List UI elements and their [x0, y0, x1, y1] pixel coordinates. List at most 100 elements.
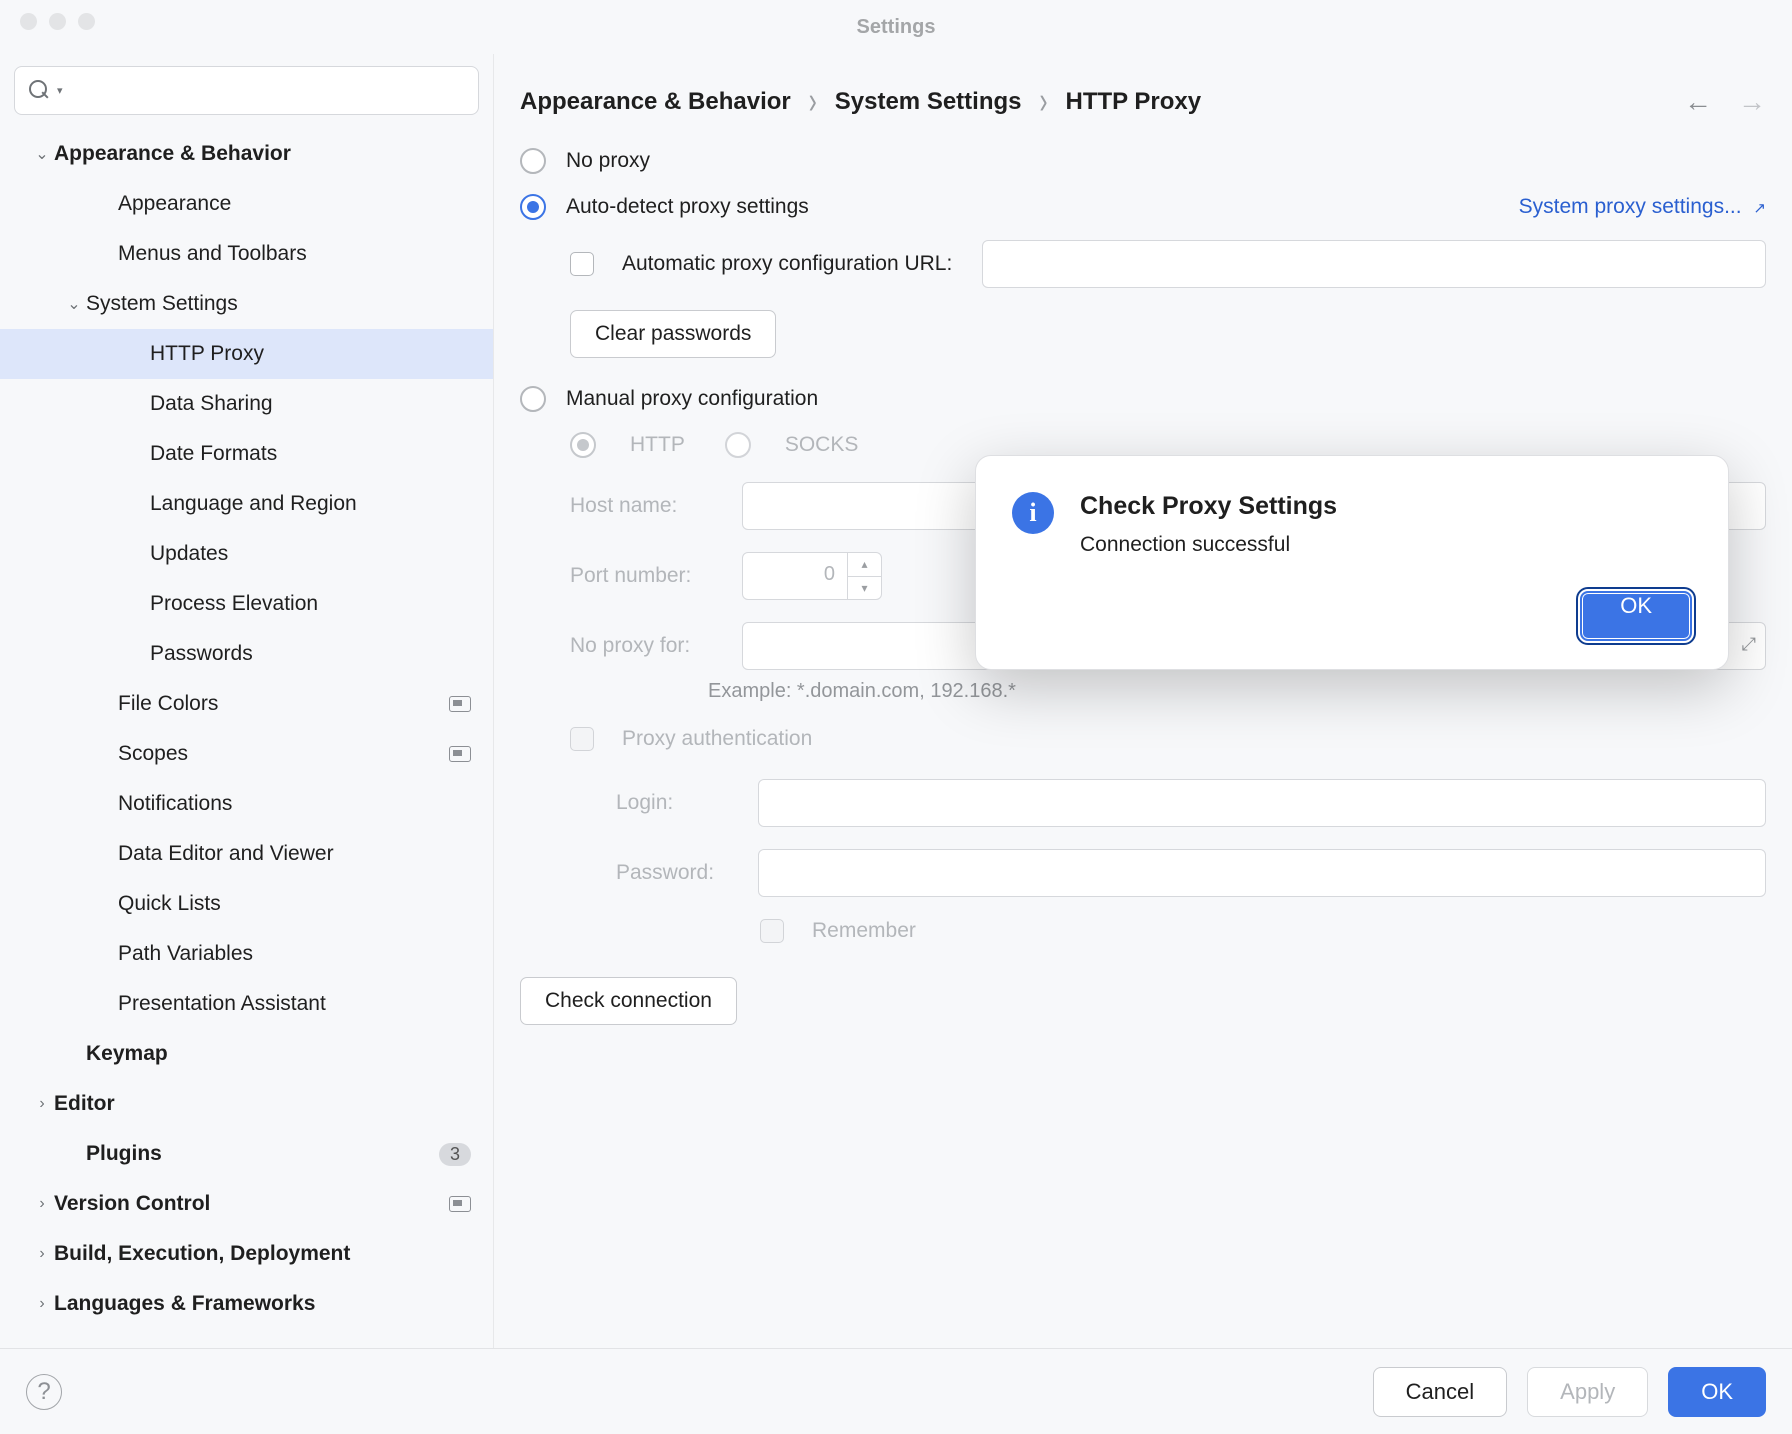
sidebar-item-label: System Settings [86, 292, 471, 316]
no-proxy-radio[interactable] [520, 148, 546, 174]
http-protocol-label: HTTP [630, 433, 685, 457]
sidebar-item-label: Quick Lists [118, 892, 471, 916]
sidebar-item-file-colors[interactable]: ›File Colors [0, 679, 493, 729]
sidebar-item-plugins[interactable]: ›Plugins3 [0, 1129, 493, 1179]
window-controls [20, 13, 95, 30]
search-field[interactable] [69, 80, 464, 102]
port-step-down-icon: ▾ [848, 577, 881, 600]
sidebar-item-process-elevation[interactable]: ›Process Elevation [0, 579, 493, 629]
sidebar-item-label: Language and Region [150, 492, 471, 516]
body: ▾ ⌄Appearance & Behavior›Appearance›Menu… [0, 54, 1792, 1434]
sidebar-item-version-control[interactable]: ›Version Control [0, 1179, 493, 1229]
chevron-right-icon[interactable]: › [30, 1295, 54, 1313]
sidebar-item-date-formats[interactable]: ›Date Formats [0, 429, 493, 479]
pac-url-label: Automatic proxy configuration URL: [622, 252, 952, 276]
sidebar-item-language-and-region[interactable]: ›Language and Region [0, 479, 493, 529]
breadcrumb-nav: ← → [1684, 86, 1766, 118]
sidebar-item-label: Build, Execution, Deployment [54, 1242, 471, 1266]
chevron-right-icon[interactable]: › [30, 1095, 54, 1113]
password-label: Password: [616, 861, 746, 885]
nav-back-icon[interactable]: ← [1684, 86, 1712, 118]
login-label: Login: [616, 791, 746, 815]
sidebar-item-label: Version Control [54, 1192, 449, 1216]
no-proxy-for-label: No proxy for: [570, 634, 730, 658]
info-icon: i [1012, 492, 1054, 534]
sidebar-item-data-sharing[interactable]: ›Data Sharing [0, 379, 493, 429]
chevron-right-icon[interactable]: › [30, 1195, 54, 1213]
dialog-message: Connection successful [1080, 533, 1337, 557]
clear-passwords-button[interactable]: Clear passwords [570, 310, 776, 358]
sidebar-item-menus-and-toolbars[interactable]: ›Menus and Toolbars [0, 229, 493, 279]
sidebar-item-http-proxy[interactable]: ›HTTP Proxy [0, 329, 493, 379]
chevron-right-icon[interactable]: › [30, 1245, 54, 1263]
sidebar-item-label: Editor [54, 1092, 471, 1116]
sidebar-item-keymap[interactable]: ›Keymap [0, 1029, 493, 1079]
socks-protocol-label: SOCKS [785, 433, 859, 457]
close-window-icon[interactable] [20, 13, 37, 30]
host-name-label: Host name: [570, 494, 730, 518]
sidebar-item-presentation-assistant[interactable]: ›Presentation Assistant [0, 979, 493, 1029]
nav-forward-icon[interactable]: → [1738, 86, 1766, 118]
sidebar-item-label: File Colors [118, 692, 449, 716]
auto-detect-radio[interactable] [520, 194, 546, 220]
sidebar-item-label: Passwords [150, 642, 471, 666]
sidebar-item-notifications[interactable]: ›Notifications [0, 779, 493, 829]
expand-icon: ⤢ [1742, 634, 1756, 655]
cancel-button[interactable]: Cancel [1373, 1367, 1507, 1417]
dialog-ok-button[interactable]: OK [1580, 591, 1692, 641]
window-title: Settings [857, 16, 936, 39]
sidebar-item-languages-frameworks[interactable]: ›Languages & Frameworks [0, 1279, 493, 1329]
pac-url-checkbox[interactable] [570, 252, 594, 276]
sidebar-item-passwords[interactable]: ›Passwords [0, 629, 493, 679]
sidebar-item-label: Scopes [118, 742, 449, 766]
sidebar-item-appearance-behavior[interactable]: ⌄Appearance & Behavior [0, 129, 493, 179]
plugins-update-badge: 3 [439, 1143, 471, 1166]
search-input[interactable]: ▾ [14, 66, 479, 115]
sidebar-item-updates[interactable]: ›Updates [0, 529, 493, 579]
sidebar-item-label: Data Sharing [150, 392, 471, 416]
dialog-footer: ? Cancel Apply OK [0, 1348, 1792, 1434]
chevron-right-icon: › [1040, 80, 1048, 125]
sidebar-item-data-editor-and-viewer[interactable]: ›Data Editor and Viewer [0, 829, 493, 879]
sidebar-item-label: Appearance [118, 192, 471, 216]
sidebar-item-quick-lists[interactable]: ›Quick Lists [0, 879, 493, 929]
sidebar-item-system-settings[interactable]: ⌄System Settings [0, 279, 493, 329]
pac-url-input[interactable] [982, 240, 1766, 288]
settings-sidebar: ▾ ⌄Appearance & Behavior›Appearance›Menu… [0, 54, 494, 1434]
password-input [758, 849, 1766, 897]
sidebar-item-label: Process Elevation [150, 592, 471, 616]
sidebar-item-build-execution-deployment[interactable]: ›Build, Execution, Deployment [0, 1229, 493, 1279]
remember-label: Remember [812, 919, 916, 943]
system-proxy-link[interactable]: System proxy settings... [1519, 195, 1742, 218]
breadcrumb-item[interactable]: HTTP Proxy [1066, 88, 1202, 116]
sidebar-item-label: Notifications [118, 792, 471, 816]
sidebar-item-editor[interactable]: ›Editor [0, 1079, 493, 1129]
project-scope-icon [449, 1196, 471, 1212]
check-connection-button[interactable]: Check connection [520, 977, 737, 1025]
help-icon[interactable]: ? [26, 1374, 62, 1410]
check-proxy-dialog: i Check Proxy Settings Connection succes… [975, 455, 1729, 670]
sidebar-item-appearance[interactable]: ›Appearance [0, 179, 493, 229]
auto-detect-label: Auto-detect proxy settings [566, 195, 809, 219]
login-input [758, 779, 1766, 827]
sidebar-item-label: Date Formats [150, 442, 471, 466]
proxy-auth-checkbox [570, 727, 594, 751]
minimize-window-icon[interactable] [49, 13, 66, 30]
sidebar-item-scopes[interactable]: ›Scopes [0, 729, 493, 779]
breadcrumb-item[interactable]: Appearance & Behavior [520, 88, 791, 116]
no-proxy-label: No proxy [566, 149, 650, 173]
settings-tree[interactable]: ⌄Appearance & Behavior›Appearance›Menus … [0, 129, 493, 1434]
chevron-down-icon[interactable]: ⌄ [62, 294, 86, 314]
search-dropdown-icon[interactable]: ▾ [57, 84, 63, 97]
zoom-window-icon[interactable] [78, 13, 95, 30]
sidebar-item-path-variables[interactable]: ›Path Variables [0, 929, 493, 979]
port-number-value: 0 [743, 553, 847, 599]
remember-checkbox [760, 919, 784, 943]
manual-proxy-radio[interactable] [520, 386, 546, 412]
ok-button[interactable]: OK [1668, 1367, 1766, 1417]
titlebar: Settings [0, 0, 1792, 54]
chevron-down-icon[interactable]: ⌄ [30, 144, 54, 164]
breadcrumb-item[interactable]: System Settings [835, 88, 1022, 116]
breadcrumb: Appearance & Behavior › System Settings … [520, 88, 1201, 116]
port-number-label: Port number: [570, 564, 730, 588]
